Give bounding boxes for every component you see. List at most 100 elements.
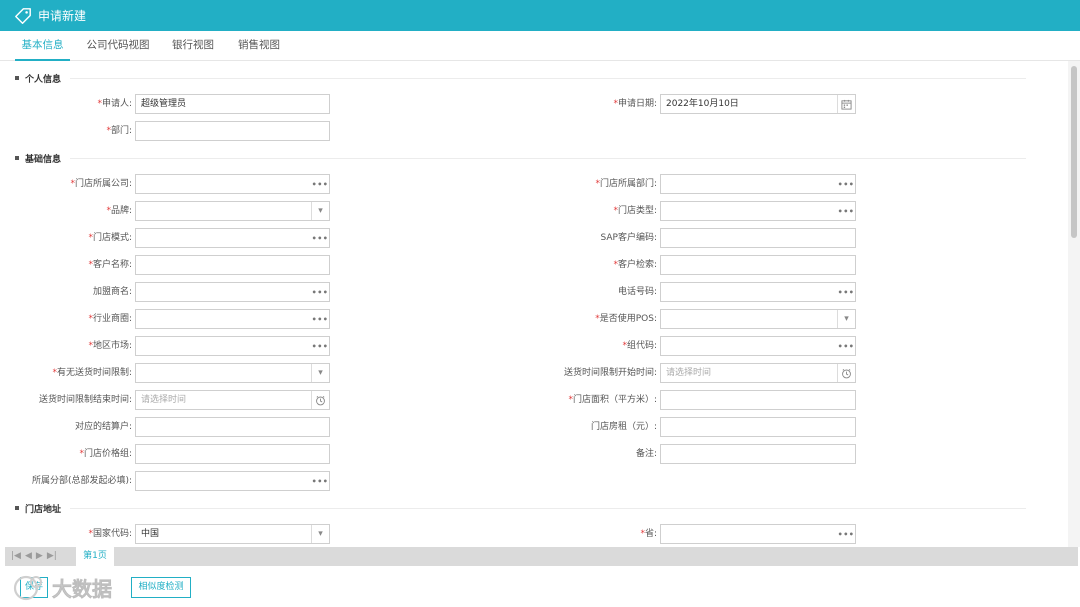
delivery-limit-select[interactable]: ▾ [135, 363, 330, 383]
use-pos-select[interactable]: ▾ [660, 309, 856, 329]
store-type-field[interactable]: ••• [660, 201, 856, 221]
last-page-icon[interactable]: ▶| [47, 551, 57, 561]
vertical-scrollbar[interactable] [1068, 61, 1080, 547]
remark-field[interactable] [660, 444, 856, 464]
country-code-select[interactable]: 中国 ▾ [135, 524, 330, 544]
section-bullet-icon [15, 156, 19, 160]
ellipsis-icon[interactable]: ••• [311, 283, 329, 301]
store-type-label: *门店类型: [613, 206, 657, 216]
section-store-address: 门店地址 [15, 501, 61, 515]
section-title: 门店地址 [25, 504, 62, 515]
store-area-field[interactable] [660, 390, 856, 410]
apply-date-label: *申请日期: [613, 99, 657, 109]
franchisee-label: 加盟商名: [92, 287, 132, 297]
delivery-limit-label: *有无送货时间限制: [52, 368, 132, 378]
brand-select[interactable]: ▾ [135, 201, 330, 221]
franchisee-field[interactable]: ••• [135, 282, 330, 302]
business-circle-field[interactable]: ••• [135, 309, 330, 329]
price-group-label: *门店价格组: [79, 449, 132, 459]
settlement-field[interactable] [135, 417, 330, 437]
watermark-text: 大数据 [52, 577, 112, 601]
applicant-label: *申请人: [97, 99, 132, 109]
group-code-label: *组代码: [622, 341, 657, 351]
page-title: 申请新建 [38, 9, 87, 23]
delivery-end-field[interactable]: 请选择时间 [135, 390, 330, 410]
ellipsis-icon[interactable]: ••• [837, 175, 855, 193]
section-title: 个人信息 [25, 74, 62, 85]
store-area-label: *门店面积（平方米）: [568, 395, 657, 405]
delivery-start-label: 送货时间限制开始时间: [563, 368, 657, 378]
ellipsis-icon[interactable]: ••• [837, 337, 855, 355]
store-rent-label: 门店房租（元）: [590, 422, 657, 432]
section-personal-info: 个人信息 [15, 71, 61, 85]
first-page-icon[interactable]: |◀ [11, 551, 21, 561]
applicant-field[interactable]: 超级管理员 [135, 94, 330, 114]
ellipsis-icon[interactable]: ••• [311, 310, 329, 328]
ellipsis-icon[interactable]: ••• [311, 337, 329, 355]
ellipsis-icon[interactable]: ••• [837, 202, 855, 220]
customer-search-label: *客户检索: [613, 260, 657, 270]
apply-date-field[interactable]: 2022年10月10日 [660, 94, 856, 114]
store-mode-field[interactable]: ••• [135, 228, 330, 248]
customer-name-field[interactable] [135, 255, 330, 275]
province-label: *省: [640, 529, 657, 539]
brand-label: *品牌: [106, 206, 132, 216]
sap-code-field[interactable] [660, 228, 856, 248]
window-title-bar: 申请新建 [0, 0, 1080, 31]
next-page-icon[interactable]: ▶ [36, 551, 43, 561]
department-field[interactable] [135, 121, 330, 141]
section-basic-info: 基础信息 [15, 151, 61, 165]
chevron-down-icon[interactable]: ▾ [311, 364, 329, 382]
business-circle-label: *行业商圈: [88, 314, 132, 324]
remark-label: 备注: [635, 449, 657, 459]
customer-search-field[interactable] [660, 255, 856, 275]
price-group-field[interactable] [135, 444, 330, 464]
store-company-label: *门店所属公司: [70, 179, 132, 189]
clock-icon[interactable] [311, 391, 329, 409]
settlement-label: 对应的结算户: [74, 422, 132, 432]
calendar-icon[interactable] [837, 95, 855, 113]
tag-icon [15, 7, 31, 24]
store-rent-field[interactable] [660, 417, 856, 437]
section-divider [70, 78, 1026, 79]
section-divider [70, 158, 1026, 159]
phone-label: 电话号码: [617, 287, 657, 297]
sap-code-label: SAP客户编码: [600, 233, 658, 243]
province-field[interactable]: ••• [660, 524, 856, 544]
branch-field[interactable]: ••• [135, 471, 330, 491]
pager-bar: |◀ ◀ ▶ ▶| 第1页 [5, 547, 1078, 566]
scrollbar-thumb[interactable] [1071, 66, 1077, 238]
section-title: 基础信息 [25, 154, 62, 165]
ellipsis-icon[interactable]: ••• [837, 283, 855, 301]
region-market-field[interactable]: ••• [135, 336, 330, 356]
section-divider [70, 508, 1026, 509]
phone-field[interactable]: ••• [660, 282, 856, 302]
ellipsis-icon[interactable]: ••• [311, 229, 329, 247]
tab-bank-view[interactable]: 银行视图 [167, 31, 219, 61]
watermark-logo: 大数据 [13, 575, 112, 601]
tab-basic-info[interactable]: 基本信息 [15, 31, 70, 61]
delivery-start-field[interactable]: 请选择时间 [660, 363, 856, 383]
branch-label: 所属分部(总部发起必填): [31, 476, 132, 486]
prev-page-icon[interactable]: ◀ [25, 551, 32, 561]
group-code-field[interactable]: ••• [660, 336, 856, 356]
ellipsis-icon[interactable]: ••• [311, 175, 329, 193]
delivery-end-label: 送货时间限制结束时间: [38, 395, 132, 405]
store-dept-label: *门店所属部门: [595, 179, 657, 189]
page-tab[interactable]: 第1页 [76, 547, 114, 566]
clock-icon[interactable] [837, 364, 855, 382]
chevron-down-icon[interactable]: ▾ [311, 525, 329, 543]
ellipsis-icon[interactable]: ••• [311, 472, 329, 490]
store-company-field[interactable]: ••• [135, 174, 330, 194]
chevron-down-icon[interactable]: ▾ [837, 310, 855, 328]
store-mode-label: *门店模式: [88, 233, 132, 243]
tab-company-code-view[interactable]: 公司代码视图 [82, 31, 154, 61]
section-bullet-icon [15, 506, 19, 510]
region-market-label: *地区市场: [88, 341, 132, 351]
chevron-down-icon[interactable]: ▾ [311, 202, 329, 220]
department-label: *部门: [106, 126, 132, 136]
tab-sales-view[interactable]: 销售视图 [233, 31, 285, 61]
tab-strip: 基本信息 公司代码视图 银行视图 销售视图 [0, 31, 1080, 61]
ellipsis-icon[interactable]: ••• [837, 525, 855, 543]
store-dept-field[interactable]: ••• [660, 174, 856, 194]
